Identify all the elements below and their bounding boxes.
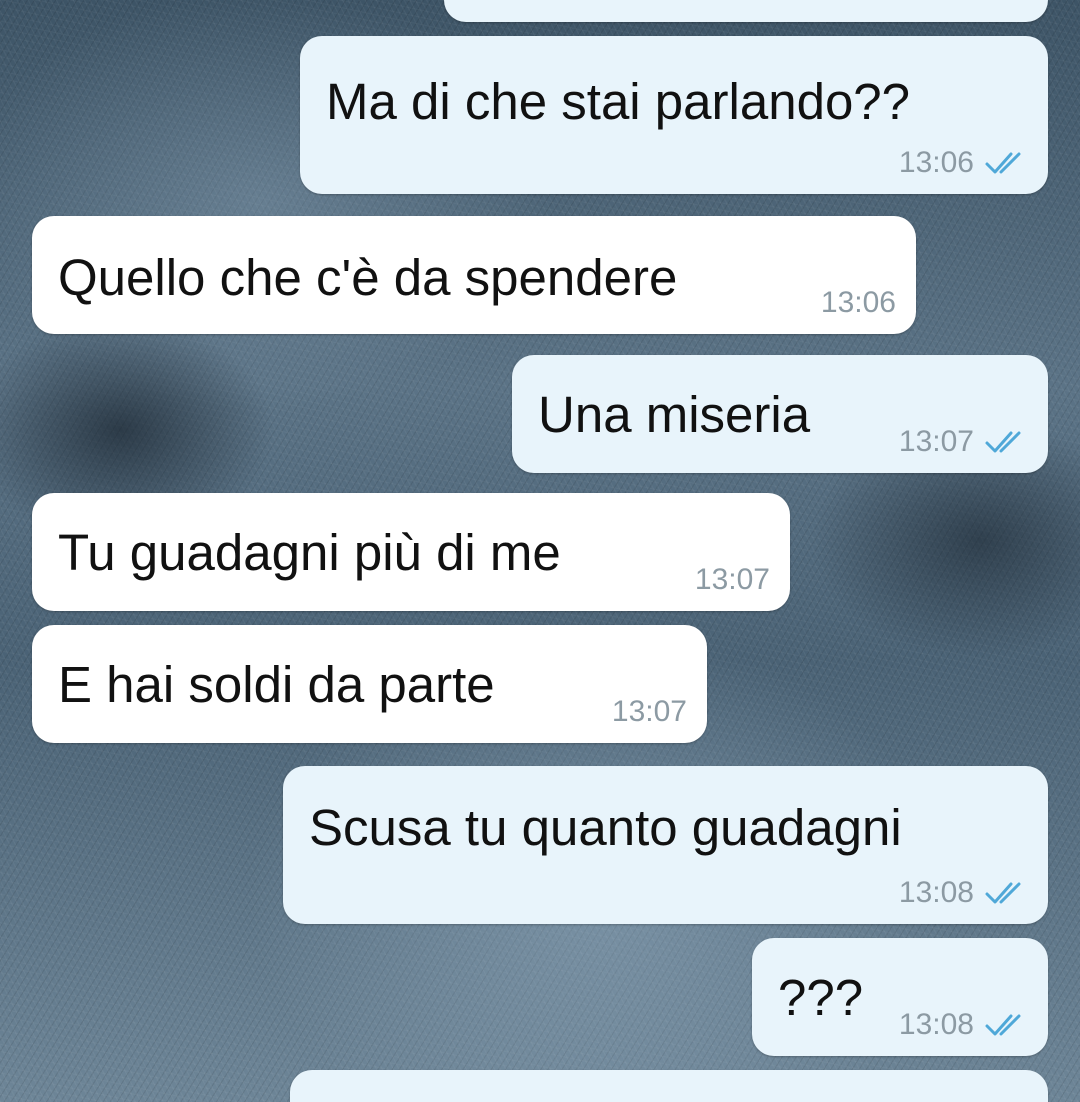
message-text: Scusa tu quanto guadagni — [309, 799, 902, 856]
message-text: Una miseria — [538, 386, 811, 443]
read-double-check-icon — [985, 152, 1021, 174]
message-bubble-incoming[interactable]: Tu guadagni più di me 13:07 — [32, 493, 790, 611]
message-time: 13:08 — [898, 1008, 974, 1041]
message-bubble-incoming[interactable]: E hai soldi da parte 13:07 — [32, 625, 707, 743]
message-bubble-incoming[interactable]: Quello che c'è da spendere 13:06 — [32, 216, 916, 334]
message-time: 13:06 — [820, 286, 896, 319]
message-time: 13:08 — [898, 876, 974, 909]
message-bubble-outgoing[interactable]: Una miseria 13:07 — [512, 355, 1048, 473]
message-bubble-outgoing[interactable]: Ma di che stai parlando?? 13:06 — [300, 36, 1048, 194]
message-text: Quello che c'è da spendere — [58, 249, 678, 306]
message-text: Ma di che stai parlando?? — [326, 73, 911, 130]
message-text: Tu guadagni più di me — [58, 524, 561, 581]
message-bubble-partial-top[interactable] — [444, 0, 1048, 22]
read-double-check-icon — [985, 431, 1021, 453]
message-meta: 13:08 — [899, 878, 1028, 908]
message-text: E hai soldi da parte — [58, 656, 495, 713]
message-meta: 13:08 — [899, 1010, 1028, 1040]
message-text: ??? — [778, 969, 864, 1026]
message-time: 13:06 — [898, 146, 974, 179]
message-meta: 13:07 — [612, 697, 687, 727]
read-double-check-icon — [985, 1014, 1021, 1036]
message-bubble-partial-bottom[interactable] — [290, 1070, 1048, 1102]
message-meta: 13:06 — [899, 148, 1028, 178]
message-time: 13:07 — [611, 695, 687, 728]
message-meta: 13:07 — [899, 427, 1028, 457]
message-bubble-outgoing[interactable]: ??? 13:08 — [752, 938, 1048, 1056]
message-time: 13:07 — [898, 425, 974, 458]
message-bubble-outgoing[interactable]: Scusa tu quanto guadagni 13:08 — [283, 766, 1048, 924]
message-meta: 13:07 — [695, 565, 770, 595]
message-time: 13:07 — [694, 563, 770, 596]
read-double-check-icon — [985, 882, 1021, 904]
message-meta: 13:06 — [821, 288, 896, 318]
